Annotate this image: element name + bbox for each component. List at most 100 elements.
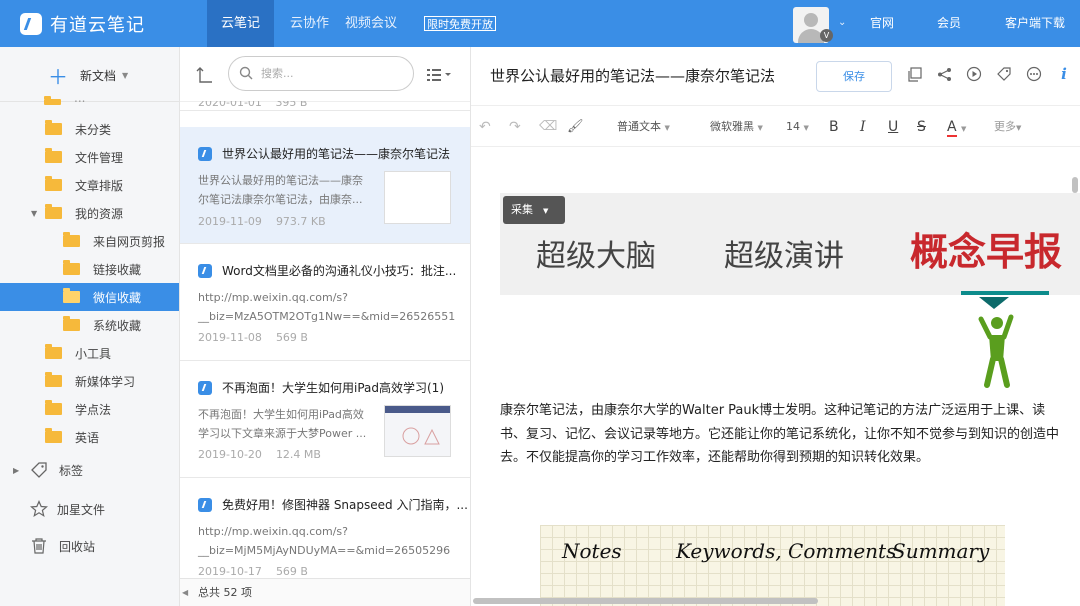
banner-text-1: 超级大脑 [536, 239, 656, 274]
link-client-download[interactable]: 客户端下载 [1005, 0, 1065, 47]
sidebar-item-label: 回收站 [59, 539, 96, 554]
sidebar-item-label: 标签 [59, 463, 84, 478]
trash-icon [32, 538, 46, 554]
document-body-text[interactable]: 康奈尔笔记法，由康奈尔大学的Walter Pauk博士发明。这种记笔记的方法广泛… [500, 399, 1060, 470]
document-title[interactable]: 世界公认最好用的笔记法——康奈尔笔记法 [490, 65, 775, 86]
expand-arrow-icon[interactable]: ▼ [31, 209, 37, 218]
sidebar-item-label: 我的资源 [75, 206, 124, 221]
note-card[interactable]: 免费好用！修图神器 Snapseed 入门指南，... http://mp.we… [180, 478, 470, 582]
font-family-select[interactable]: 微软雅黑 ▼ [710, 106, 763, 148]
present-icon[interactable] [964, 64, 984, 84]
sidebar-item-label: 英语 [75, 430, 100, 445]
tab-video-meeting[interactable]: 视频会议 [339, 0, 403, 47]
collect-button[interactable]: 采集 ▼ [503, 196, 565, 224]
note-list-toolbar: 搜索... [180, 47, 470, 102]
note-card-meta: 2019-11-08 569 B [198, 331, 308, 344]
sidebar-item-file-management[interactable]: 文件管理 [0, 143, 179, 171]
sidebar-item-english[interactable]: 英语 [0, 423, 179, 451]
info-icon[interactable]: i [1054, 64, 1074, 84]
sidebar-item-new-media[interactable]: 新媒体学习 [0, 367, 179, 395]
underline-button[interactable]: U [888, 106, 898, 148]
sidebar-item-link-collection[interactable]: 链接收藏 [0, 255, 179, 283]
sidebar-item-trash[interactable]: 回收站 [0, 531, 179, 561]
sidebar-item-label: 链接收藏 [93, 262, 142, 277]
note-list: 搜索... 2020-01-01 395 B 世界公认最好用的笔记法——康奈尔笔… [180, 47, 471, 606]
image-label-keywords: Keywords, Comments [676, 539, 897, 563]
note-card[interactable]: 不再泡面！大学生如何用iPad高效学习(1) 不再泡面！大学生如何用iPad高效… [180, 361, 470, 478]
back-up-icon[interactable] [196, 66, 214, 84]
search-input[interactable]: 搜索... [228, 56, 414, 91]
sidebar-item-label: 微信收藏 [93, 290, 142, 305]
paragraph-style-select[interactable]: 普通文本 ▼ [617, 106, 670, 148]
chevron-down-icon[interactable]: ⌄ [838, 17, 846, 28]
folder-icon [63, 288, 80, 303]
image-label-notes: Notes [562, 539, 622, 563]
folder-icon [44, 96, 61, 105]
folder-icon [45, 344, 62, 359]
sidebar-item-system-collection[interactable]: 系统收藏 [0, 311, 179, 339]
bold-button[interactable]: B [829, 106, 839, 148]
redo-icon[interactable]: ↷ [509, 106, 521, 148]
link-membership[interactable]: 会员 [937, 0, 961, 47]
eraser-icon[interactable]: ⌫ [539, 106, 557, 148]
italic-button[interactable]: I [860, 106, 866, 148]
sidebar-item-uncategorized[interactable]: 未分类 [0, 115, 179, 143]
app-logo[interactable]: 有道云笔记 [20, 11, 145, 37]
undo-icon[interactable]: ↶ [479, 106, 491, 148]
sidebar-item-label: 学点法 [75, 402, 112, 417]
sidebar-item-tags[interactable]: ▶ 标签 [0, 455, 179, 485]
tab-notes[interactable]: 云笔记 [207, 0, 275, 47]
note-thumbnail [384, 171, 451, 224]
note-card-meta: 2019-10-20 12.4 MB [198, 448, 321, 461]
promo-badge[interactable]: 限时免费开放 [424, 16, 496, 31]
image-label-summary: Summary [892, 539, 990, 563]
sidebar-item-my-resources[interactable]: ▼ 我的资源 [0, 199, 179, 227]
tag-icon[interactable] [994, 64, 1014, 84]
banner-text-2: 超级演讲 [724, 239, 844, 274]
banner-text-3: 概念早报 [910, 230, 1063, 274]
total-count: 总共 52 项 [198, 586, 252, 599]
folder-icon [45, 148, 62, 163]
sidebar-item-label: 文章排版 [75, 178, 124, 193]
note-card[interactable]: Word文档里必备的沟通礼仪小技巧：批注... http://mp.weixin… [180, 244, 470, 361]
share-icon[interactable] [934, 64, 954, 84]
copy-icon[interactable] [904, 64, 924, 84]
tag-icon [31, 462, 47, 478]
sidebar-item-label: 文件管理 [75, 150, 124, 165]
sidebar-item-label: 系统收藏 [93, 318, 142, 333]
note-card[interactable]: 世界公认最好用的笔记法——康奈尔笔记法 世界公认最好用的笔记法——康奈 尔笔记法康… [180, 127, 470, 244]
font-size-select[interactable]: 14 ▼ [786, 106, 809, 148]
more-format-button[interactable]: 更多▼ [994, 106, 1021, 148]
font-color-button[interactable]: A ▼ [947, 106, 966, 148]
view-mode-icon[interactable] [427, 68, 453, 82]
new-document-label: 新文档 [80, 69, 117, 83]
format-painter-icon[interactable]: 🖌︎ [567, 106, 584, 148]
search-placeholder: 搜索... [261, 67, 294, 80]
sidebar-item-law[interactable]: 学点法 [0, 395, 179, 423]
note-icon [198, 263, 212, 278]
sidebar-item-article-layout[interactable]: 文章排版 [0, 171, 179, 199]
sidebar-item-tools[interactable]: 小工具 [0, 339, 179, 367]
horizontal-scrollbar[interactable] [473, 598, 818, 604]
sidebar-item-partial[interactable]: ... [0, 93, 179, 105]
sidebar-item-starred[interactable]: 加星文件 [0, 494, 179, 524]
save-button[interactable]: 保存 [816, 61, 892, 92]
collapse-left-icon[interactable]: ◀ [182, 579, 188, 606]
vertical-scrollbar[interactable] [1072, 177, 1078, 193]
note-card-title: 世界公认最好用的笔记法——康奈尔笔记法 [198, 145, 450, 162]
note-card-snippet: 不再泡面！大学生如何用iPad高效 学习以下文章来源于大梦Power ... [198, 408, 367, 440]
strikethrough-button[interactable]: S [917, 106, 926, 148]
more-icon[interactable] [1024, 64, 1044, 84]
sidebar-item-web-clips[interactable]: 来自网页剪报 [0, 227, 179, 255]
note-icon [198, 380, 212, 395]
tab-collaboration[interactable]: 云协作 [274, 0, 339, 47]
sidebar-item-label: 新媒体学习 [75, 374, 136, 389]
link-official-site[interactable]: 官网 [870, 0, 894, 47]
sidebar-item-wechat-collection[interactable]: 微信收藏 [0, 283, 179, 311]
plus-icon: ＋ [48, 65, 68, 89]
new-document-button[interactable]: ＋ 新文档 ▼ [48, 61, 128, 90]
search-icon [239, 66, 253, 80]
avatar-head-shape [804, 13, 818, 27]
logo-icon [20, 13, 42, 35]
expand-arrow-icon[interactable]: ▶ [13, 466, 19, 475]
